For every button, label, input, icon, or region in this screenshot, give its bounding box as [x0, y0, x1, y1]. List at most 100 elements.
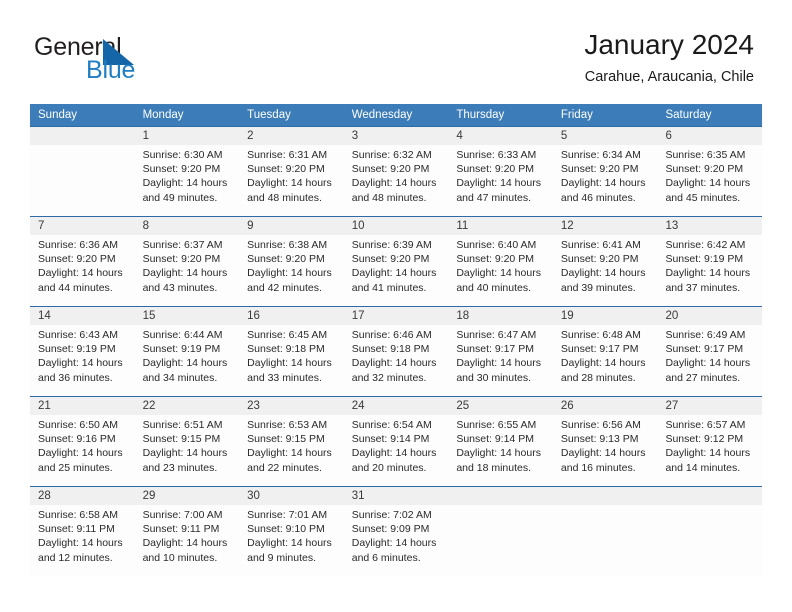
day-cell[interactable]: Sunrise: 6:32 AM Sunset: 9:20 PM Dayligh… [344, 145, 449, 216]
sunset-line: Sunset: 9:13 PM [560, 433, 639, 446]
daylight-line-1: Daylight: 14 hours [38, 357, 123, 370]
day-cell[interactable]: Sunrise: 6:42 AM Sunset: 9:19 PM Dayligh… [657, 235, 762, 306]
day-cell[interactable]: Sunrise: 6:40 AM Sunset: 9:20 PM Dayligh… [448, 235, 553, 306]
day-cell[interactable]: Sunrise: 6:35 AM Sunset: 9:20 PM Dayligh… [657, 145, 762, 216]
day-cell[interactable]: Sunrise: 6:47 AM Sunset: 9:17 PM Dayligh… [448, 325, 553, 396]
daylight-line-2: and 49 minutes. [142, 191, 218, 204]
day-cell[interactable]: Sunrise: 6:31 AM Sunset: 9:20 PM Dayligh… [239, 145, 344, 216]
page-header: General Blue January 2024 Carahue, Arauc… [0, 0, 792, 100]
day-number: 9 [247, 220, 254, 232]
calendar-week-row: 1 2 3 4 5 6 Sunrise: 6:30 AM Sunset: 9:2… [30, 126, 762, 216]
sunrise-line: Sunrise: 6:41 AM [560, 239, 641, 251]
day-cell[interactable]: Sunrise: 6:58 AM Sunset: 9:11 PM Dayligh… [30, 505, 135, 576]
sunrise-line: Sunrise: 6:53 AM [247, 419, 328, 431]
day-number: 20 [665, 310, 679, 322]
day-cell[interactable]: Sunrise: 6:50 AM Sunset: 9:16 PM Dayligh… [30, 415, 135, 486]
day-cell[interactable]: Sunrise: 6:56 AM Sunset: 9:13 PM Dayligh… [553, 415, 658, 486]
day-cell[interactable]: Sunrise: 6:33 AM Sunset: 9:20 PM Dayligh… [448, 145, 553, 216]
daylight-line-1: Daylight: 14 hours [560, 177, 646, 190]
daylight-line-2: and 42 minutes. [247, 281, 322, 294]
day-number: 25 [456, 400, 470, 412]
daylight-line-1: Daylight: 14 hours [247, 267, 332, 280]
day-cell[interactable] [553, 505, 658, 576]
daylight-line-2: and 28 minutes. [560, 371, 636, 384]
page-title: January 2024 [584, 29, 754, 60]
sunset-line: Sunset: 9:20 PM [456, 253, 534, 266]
day-number: 11 [456, 220, 469, 232]
day-number: 3 [351, 130, 359, 142]
sunset-line: Sunset: 9:10 PM [247, 523, 325, 536]
day-cell[interactable]: Sunrise: 6:39 AM Sunset: 9:20 PM Dayligh… [344, 235, 449, 306]
day-number: 18 [456, 310, 470, 322]
daylight-line-1: Daylight: 14 hours [142, 357, 228, 370]
daylight-line-1: Daylight: 14 hours [142, 267, 228, 280]
daylight-line-1: Daylight: 14 hours [351, 537, 437, 550]
sunrise-line: Sunrise: 6:30 AM [142, 149, 223, 161]
day-cell[interactable]: Sunrise: 6:36 AM Sunset: 9:20 PM Dayligh… [30, 235, 135, 306]
day-cell[interactable]: Sunrise: 6:34 AM Sunset: 9:20 PM Dayligh… [553, 145, 658, 216]
day-detail-row: Sunrise: 6:50 AM Sunset: 9:16 PM Dayligh… [30, 415, 762, 486]
daylight-line-1: Daylight: 14 hours [38, 267, 123, 280]
daylight-line-1: Daylight: 14 hours [351, 357, 437, 370]
sunrise-line: Sunrise: 6:46 AM [351, 329, 432, 341]
sunset-line: Sunset: 9:11 PM [142, 523, 220, 536]
day-number: 12 [560, 220, 574, 232]
daylight-line-2: and 10 minutes. [142, 551, 218, 564]
day-cell[interactable]: Sunrise: 6:53 AM Sunset: 9:15 PM Dayligh… [239, 415, 344, 486]
day-number: 15 [142, 310, 156, 322]
day-cell[interactable]: Sunrise: 6:41 AM Sunset: 9:20 PM Dayligh… [553, 235, 658, 306]
sunset-line: Sunset: 9:20 PM [142, 253, 221, 266]
daylight-line-1: Daylight: 14 hours [142, 537, 228, 550]
weekday-header-friday: Friday [560, 109, 593, 121]
daylight-line-2: and 45 minutes. [665, 191, 741, 204]
day-cell[interactable]: Sunrise: 6:44 AM Sunset: 9:19 PM Dayligh… [135, 325, 240, 396]
sunset-line: Sunset: 9:17 PM [560, 343, 639, 356]
day-number: 14 [38, 310, 51, 322]
sunrise-line: Sunrise: 6:47 AM [456, 329, 537, 341]
daylight-line-2: and 14 minutes. [665, 461, 741, 474]
day-cell[interactable]: Sunrise: 7:00 AM Sunset: 9:11 PM Dayligh… [135, 505, 240, 576]
sunrise-line: Sunrise: 6:48 AM [560, 329, 641, 341]
day-cell[interactable]: Sunrise: 7:02 AM Sunset: 9:09 PM Dayligh… [344, 505, 449, 576]
day-cell[interactable]: Sunrise: 7:01 AM Sunset: 9:10 PM Dayligh… [239, 505, 344, 576]
daylight-line-2: and 18 minutes. [456, 461, 532, 474]
sunset-line: Sunset: 9:14 PM [456, 433, 534, 446]
sunrise-line: Sunrise: 6:42 AM [665, 239, 746, 251]
day-detail-row: Sunrise: 6:43 AM Sunset: 9:19 PM Dayligh… [30, 325, 762, 396]
day-cell[interactable]: Sunrise: 6:38 AM Sunset: 9:20 PM Dayligh… [239, 235, 344, 306]
day-cell[interactable]: Sunrise: 6:54 AM Sunset: 9:14 PM Dayligh… [344, 415, 449, 486]
day-number: 8 [142, 220, 149, 232]
day-cell[interactable]: Sunrise: 6:49 AM Sunset: 9:17 PM Dayligh… [657, 325, 762, 396]
daylight-line-1: Daylight: 14 hours [560, 357, 646, 370]
day-detail-row: Sunrise: 6:30 AM Sunset: 9:20 PM Dayligh… [30, 145, 762, 216]
sunrise-line: Sunrise: 7:01 AM [247, 509, 328, 521]
weekday-header-monday: Monday [142, 109, 184, 121]
daylight-line-1: Daylight: 14 hours [456, 267, 541, 280]
sunset-line: Sunset: 9:20 PM [665, 163, 744, 176]
daylight-line-2: and 30 minutes. [456, 371, 532, 384]
day-cell[interactable]: Sunrise: 6:55 AM Sunset: 9:14 PM Dayligh… [448, 415, 553, 486]
day-cell[interactable] [448, 505, 553, 576]
day-cell[interactable] [30, 145, 135, 216]
day-cell[interactable]: Sunrise: 6:45 AM Sunset: 9:18 PM Dayligh… [239, 325, 344, 396]
day-cell[interactable]: Sunrise: 6:37 AM Sunset: 9:20 PM Dayligh… [135, 235, 240, 306]
sunset-line: Sunset: 9:09 PM [351, 523, 430, 536]
daylight-line-2: and 20 minutes. [351, 461, 427, 474]
day-cell[interactable]: Sunrise: 6:46 AM Sunset: 9:18 PM Dayligh… [344, 325, 449, 396]
page-subtitle: Carahue, Araucania, Chile [584, 69, 754, 85]
day-number: 1 [142, 130, 149, 142]
day-cell[interactable]: Sunrise: 6:48 AM Sunset: 9:17 PM Dayligh… [553, 325, 658, 396]
weekday-header-thursday: Thursday [456, 109, 505, 121]
sunrise-line: Sunrise: 6:34 AM [560, 149, 641, 161]
daylight-line-2: and 33 minutes. [247, 371, 322, 384]
day-cell[interactable] [657, 505, 762, 576]
sunrise-line: Sunrise: 6:55 AM [456, 419, 537, 431]
day-cell[interactable]: Sunrise: 6:30 AM Sunset: 9:20 PM Dayligh… [135, 145, 240, 216]
general-blue-logo[interactable]: General Blue [34, 33, 164, 85]
sunset-line: Sunset: 9:17 PM [665, 343, 744, 356]
day-cell[interactable]: Sunrise: 6:43 AM Sunset: 9:19 PM Dayligh… [30, 325, 135, 396]
day-cell[interactable]: Sunrise: 6:51 AM Sunset: 9:15 PM Dayligh… [135, 415, 240, 486]
day-cell[interactable]: Sunrise: 6:57 AM Sunset: 9:12 PM Dayligh… [657, 415, 762, 486]
weekday-header-wednesday: Wednesday [351, 109, 413, 121]
daylight-line-1: Daylight: 14 hours [351, 177, 437, 190]
